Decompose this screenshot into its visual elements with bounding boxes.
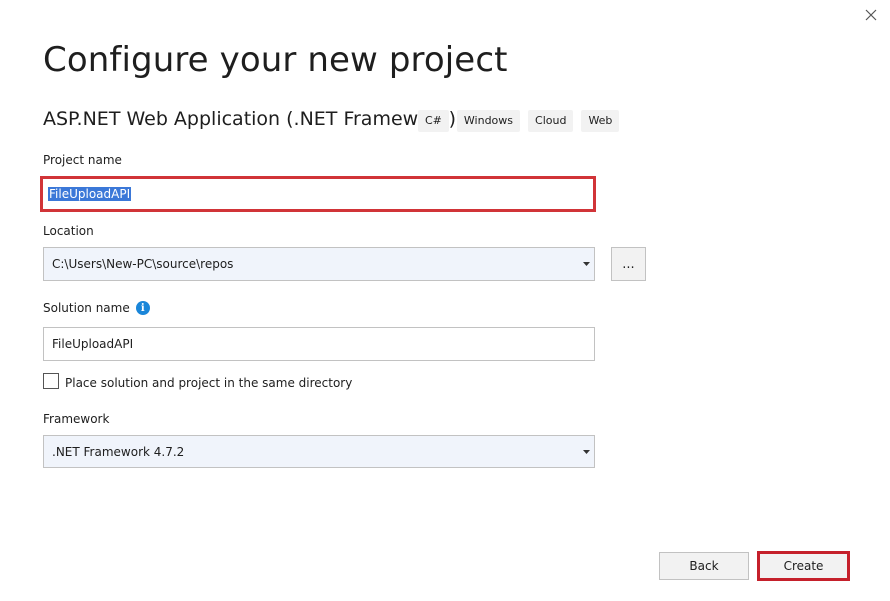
solution-name-label-row: Solution name i: [43, 301, 150, 315]
framework-label: Framework: [43, 412, 110, 426]
tag-language: C#: [418, 110, 449, 132]
solution-name-input[interactable]: FileUploadAPI: [43, 327, 595, 361]
chevron-down-icon[interactable]: [581, 447, 591, 457]
location-combobox[interactable]: C:\Users\New-PC\source\repos: [43, 247, 595, 281]
framework-value: .NET Framework 4.7.2: [52, 444, 185, 459]
location-label: Location: [43, 224, 94, 238]
framework-combobox[interactable]: .NET Framework 4.7.2: [43, 435, 595, 468]
tag-cloud: Cloud: [528, 110, 574, 132]
location-value: C:\Users\New-PC\source\repos: [52, 257, 234, 271]
create-button[interactable]: Create: [757, 551, 850, 581]
same-directory-label[interactable]: Place solution and project in the same d…: [65, 376, 352, 390]
tag-web: Web: [581, 110, 620, 132]
tag-platform: Windows: [456, 110, 521, 132]
close-icon[interactable]: [862, 6, 880, 24]
solution-name-label: Solution name: [43, 301, 130, 315]
page-title: Configure your new project: [43, 40, 508, 80]
project-name-input[interactable]: FileUploadAPI: [40, 176, 596, 212]
same-directory-checkbox[interactable]: [43, 373, 59, 389]
template-name: ASP.NET Web Application (.NET Framework): [43, 108, 457, 130]
chevron-down-icon[interactable]: [581, 259, 591, 269]
template-tags: C# Windows Cloud Web: [418, 110, 620, 132]
back-button[interactable]: Back: [659, 552, 749, 580]
solution-name-value: FileUploadAPI: [52, 337, 134, 351]
browse-button[interactable]: ...: [611, 247, 646, 281]
project-name-label: Project name: [43, 153, 122, 167]
info-icon[interactable]: i: [135, 301, 150, 315]
project-name-value: FileUploadAPI: [48, 187, 132, 201]
